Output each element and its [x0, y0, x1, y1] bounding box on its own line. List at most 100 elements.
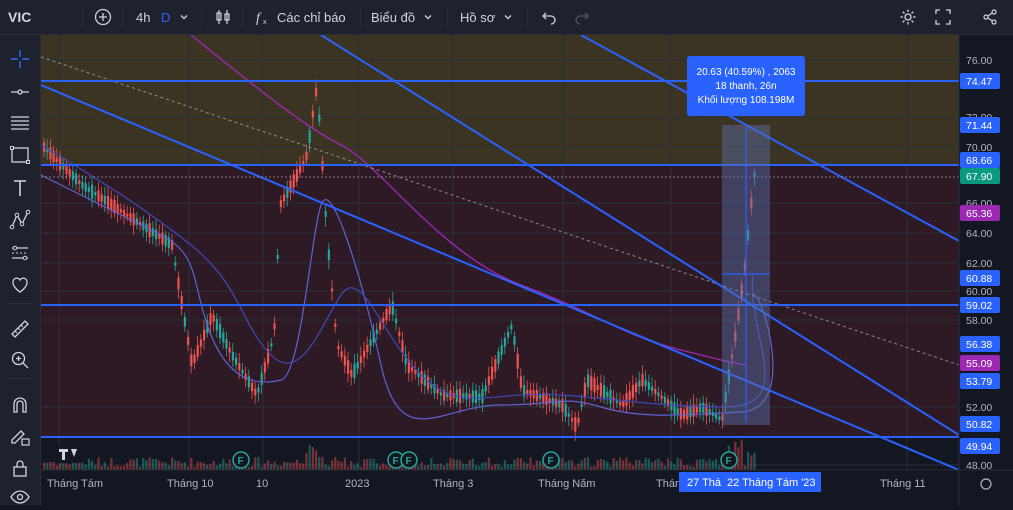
x-tick-label: 10 [256, 478, 268, 490]
symbol-label[interactable]: VIC [8, 0, 31, 34]
svg-text:68.66: 68.66 [966, 155, 992, 167]
text-icon [14, 180, 26, 196]
fullscreen-icon [935, 9, 951, 25]
measure-tooltip: 20.63 (40.59%) , 2063 18 thanh, 26n Khối… [687, 56, 805, 116]
redo-button[interactable] [574, 0, 590, 34]
chevron-down-icon [180, 15, 188, 20]
event-marker[interactable]: F [400, 451, 418, 469]
prediction-icon [12, 245, 28, 261]
magnet-icon [13, 397, 27, 413]
measure-bars: 18 thanh, 26n [715, 80, 777, 92]
x-tick-label: Tháng 3 [433, 478, 473, 490]
fullscreen-button[interactable] [934, 0, 952, 34]
redo-icon [575, 12, 589, 25]
x-tick-label: 2023 [345, 478, 369, 490]
drawing-toolbar [0, 35, 41, 505]
pencil-lock-icon [11, 430, 30, 446]
prediction-tool[interactable] [8, 241, 32, 265]
lock-drawing-tool[interactable] [8, 424, 32, 448]
indicators-button[interactable]: fx Các chỉ báo [255, 0, 346, 34]
price-badge: 74.47 [960, 73, 1000, 89]
svg-text:F: F [406, 456, 412, 467]
interval-button[interactable]: 4h [136, 0, 150, 34]
lock-icon [13, 460, 27, 477]
favorites-tool[interactable] [8, 273, 32, 297]
text-tool[interactable] [8, 176, 32, 200]
settings-button[interactable] [899, 0, 917, 34]
add-symbol-button[interactable] [94, 0, 112, 34]
y-tick-label: 58.00 [966, 315, 992, 327]
x-tick-label: Tháng Năm [538, 478, 595, 490]
svg-text:F: F [238, 456, 244, 467]
x-tick-label: Tháng 11 [880, 478, 926, 490]
fx-icon: fx [256, 11, 267, 25]
zoom-icon [11, 351, 29, 369]
price-badge: 55.09 [960, 355, 1000, 371]
magnet-tool[interactable] [8, 393, 32, 417]
pattern-icon [9, 209, 31, 230]
share-button[interactable] [981, 0, 999, 34]
undo-icon [542, 12, 556, 25]
axis-settings-button[interactable] [980, 478, 992, 490]
price-badge: 71.44 [960, 117, 1000, 133]
share-icon [983, 9, 997, 25]
svg-text:67.90: 67.90 [966, 171, 992, 183]
fib-tool[interactable] [8, 111, 32, 135]
chevron-down-icon [424, 15, 432, 20]
hide-drawings-tool[interactable] [8, 485, 32, 509]
event-marker[interactable]: F [720, 451, 738, 469]
svg-text:f: f [256, 11, 262, 25]
event-marker[interactable]: F [542, 451, 560, 469]
chevron-down-icon [504, 15, 512, 20]
price-chart[interactable]: FFFFF 76.0072.0070.0066.0064.0062.0060.0… [41, 35, 1013, 505]
lock-all-tool[interactable] [8, 456, 32, 480]
profile-label: Hồ sơ [460, 9, 496, 25]
zone-upper [41, 35, 959, 165]
candles-button[interactable] [214, 0, 232, 34]
event-marker[interactable]: F [232, 451, 250, 469]
undo-button[interactable] [541, 0, 557, 34]
svg-text:55.09: 55.09 [966, 358, 992, 370]
price-badge: 67.90 [960, 168, 1000, 184]
ruler-tool[interactable] [8, 317, 32, 341]
svg-text:F: F [393, 456, 399, 467]
svg-text:53.79: 53.79 [966, 376, 992, 388]
interval-dropdown[interactable] [179, 0, 189, 34]
price-badge: 65.36 [960, 205, 1000, 221]
top-toolbar: VIC 4h D fx Các chỉ báo Biểu đồ Hồ sơ [0, 0, 1013, 35]
x-range-start: 27 Thá [687, 477, 722, 489]
y-tick-label: 52.00 [966, 402, 992, 414]
chart-area[interactable]: FFFFF 76.0072.0070.0066.0064.0062.0060.0… [41, 35, 1013, 505]
heart-icon [12, 277, 28, 293]
price-badge: 59.02 [960, 297, 1000, 313]
svg-text:x: x [263, 19, 267, 25]
ruler-icon [11, 320, 29, 338]
price-badge: 49.94 [960, 438, 1000, 454]
svg-text:59.02: 59.02 [966, 300, 992, 312]
d-label[interactable]: D [161, 0, 170, 34]
zoom-tool[interactable] [8, 348, 32, 372]
x-tick-label: Tháng 10 [167, 478, 213, 490]
svg-text:50.82: 50.82 [966, 419, 992, 431]
crosshair-tool[interactable] [8, 47, 32, 71]
y-tick-label: 48.00 [966, 460, 992, 472]
tradingview-logo [55, 445, 81, 463]
y-tick-label: 60.00 [966, 286, 992, 298]
price-badge: 60.88 [960, 270, 1000, 286]
y-tick-label: 64.00 [966, 228, 992, 240]
price-badge: 68.66 [960, 152, 1000, 168]
pattern-tool[interactable] [8, 208, 32, 232]
settings-sun-icon [980, 478, 992, 490]
y-tick-label: 62.00 [966, 258, 992, 270]
x-tick-label: Thán [656, 478, 681, 490]
chart-type-label: Biểu đồ [371, 9, 416, 25]
chart-type-button[interactable]: Biểu đồ [371, 0, 433, 34]
svg-text:F: F [726, 456, 732, 467]
plus-circle-icon [94, 8, 112, 26]
profile-button[interactable]: Hồ sơ [460, 0, 513, 34]
rectangle-tool[interactable] [8, 143, 32, 167]
candles-icon [216, 10, 230, 24]
indicators-label: Các chỉ báo [277, 9, 346, 25]
trendline-tool[interactable] [8, 80, 32, 104]
svg-text:74.47: 74.47 [966, 76, 992, 88]
